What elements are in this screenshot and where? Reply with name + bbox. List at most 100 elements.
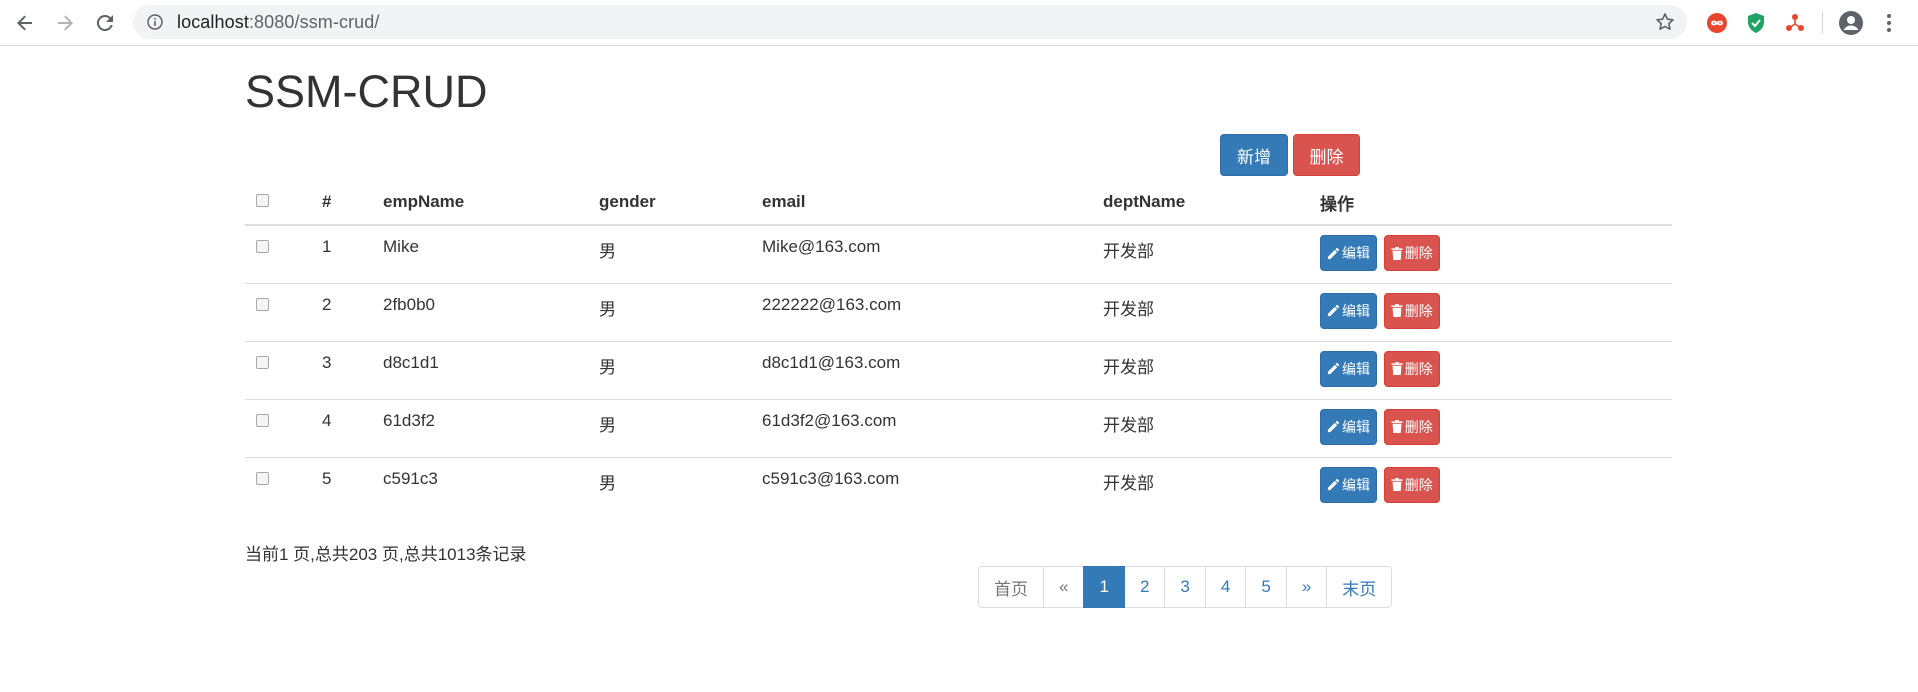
trash-icon — [1391, 420, 1403, 433]
cell-id: 1 — [322, 237, 332, 256]
edit-button[interactable]: 编辑 — [1320, 408, 1377, 445]
row-checkbox[interactable] — [256, 471, 269, 485]
trash-icon — [1391, 304, 1403, 317]
delete-button[interactable]: 删除 — [1383, 292, 1440, 329]
delete-selected-button[interactable]: 删除 — [1293, 134, 1360, 176]
pencil-icon — [1327, 304, 1340, 317]
row-checkbox[interactable] — [256, 413, 269, 427]
delete-label: 删除 — [1404, 360, 1433, 377]
delete-button[interactable]: 删除 — [1383, 466, 1440, 503]
url-text: localhost:8080/ssm-crud/ — [177, 12, 380, 33]
cell-deptname: 开发部 — [1103, 282, 1320, 341]
cell-email: 222222@163.com — [762, 282, 1103, 341]
cell-actions: 编辑 删除 — [1320, 398, 1672, 457]
extension-shield-icon[interactable] — [1743, 10, 1769, 36]
cell-email: 61d3f2@163.com — [762, 398, 1103, 457]
delete-button[interactable]: 删除 — [1383, 408, 1440, 445]
edit-label: 编辑 — [1342, 302, 1370, 319]
cell-actions: 编辑 删除 — [1320, 340, 1672, 399]
cell-id: 4 — [322, 398, 383, 457]
cell-id: 5 — [322, 456, 383, 515]
edit-button[interactable]: 编辑 — [1320, 350, 1377, 387]
reload-icon[interactable] — [92, 11, 118, 35]
url-host: localhost — [177, 11, 249, 32]
cell-empname: d8c1d1 — [383, 340, 599, 399]
delete-label: 删除 — [1404, 476, 1433, 493]
cell-deptname: 开发部 — [1103, 242, 1154, 261]
page-title: SSM-CRUD — [245, 66, 488, 117]
pencil-icon — [1327, 478, 1340, 491]
table-row: 3 d8c1d1 男 d8c1d1@163.com 开发部 编辑 删除 — [245, 340, 1672, 399]
browser-toolbar: localhost:8080/ssm-crud/ — [0, 0, 1918, 46]
cell-email: Mike@163.com — [762, 237, 881, 256]
delete-label: 删除 — [1404, 245, 1433, 261]
menu-kebab-icon[interactable] — [1876, 10, 1902, 36]
pagination-page-3[interactable]: 3 — [1164, 566, 1206, 608]
add-employee-button[interactable]: 新增 — [1220, 134, 1288, 176]
pagination-page-5[interactable]: 5 — [1245, 566, 1287, 608]
extension-infinity-icon[interactable] — [1704, 10, 1730, 36]
url-port: :8080 — [248, 11, 295, 32]
edit-label: 编辑 — [1342, 245, 1370, 261]
row-checkbox[interactable] — [256, 297, 269, 311]
pagination-page-4[interactable]: 4 — [1204, 566, 1247, 608]
cell-deptname: 开发部 — [1103, 340, 1320, 399]
back-icon[interactable] — [12, 11, 38, 35]
cell-email: c591c3@163.com — [762, 456, 1103, 515]
edit-label: 编辑 — [1342, 476, 1370, 493]
edit-button[interactable]: 编辑 — [1320, 235, 1377, 271]
cell-gender: 男 — [599, 242, 616, 261]
column-header-deptname: deptName — [1103, 180, 1320, 226]
delete-label: 删除 — [1404, 418, 1433, 435]
forward-icon[interactable] — [52, 11, 78, 35]
pencil-icon — [1327, 420, 1340, 433]
extension-network-icon[interactable] — [1782, 10, 1808, 36]
row-checkbox[interactable] — [256, 355, 269, 369]
employee-table: # empName gender email deptName 操作 1 Mik… — [245, 180, 1672, 515]
cell-empname: 61d3f2 — [383, 398, 599, 457]
cell-deptname: 开发部 — [1103, 398, 1320, 457]
cell-deptname: 开发部 — [1103, 456, 1320, 515]
cell-gender: 男 — [599, 282, 762, 341]
bookmark-star-icon[interactable] — [1655, 12, 1675, 37]
table-row: 5 c591c3 男 c591c3@163.com 开发部 编辑 删除 — [245, 456, 1672, 515]
trash-icon — [1391, 478, 1403, 491]
pagination-page-2[interactable]: 2 — [1123, 566, 1166, 608]
edit-button[interactable]: 编辑 — [1320, 292, 1377, 329]
url-path: /ssm-crud/ — [294, 11, 380, 32]
cell-empname: c591c3 — [383, 456, 599, 515]
pagination-next[interactable]: » — [1285, 566, 1328, 608]
pagination-first[interactable]: 首页 — [978, 566, 1044, 608]
table-header-row: # empName gender email deptName 操作 — [245, 180, 1672, 226]
column-header-email: email — [762, 180, 1103, 226]
select-all-cell — [245, 180, 322, 226]
trash-icon — [1391, 246, 1403, 260]
table-row: 2 2fb0b0 男 222222@163.com 开发部 编辑 删除 — [245, 282, 1672, 341]
cell-id: 2 — [322, 282, 383, 341]
row-checkbox[interactable] — [256, 240, 269, 253]
trash-icon — [1391, 362, 1403, 375]
address-bar[interactable]: localhost:8080/ssm-crud/ — [133, 5, 1687, 39]
table-row: 4 61d3f2 男 61d3f2@163.com 开发部 编辑 删除 — [245, 398, 1672, 457]
profile-avatar-icon[interactable] — [1838, 10, 1864, 36]
column-header-empname: empName — [383, 180, 599, 226]
column-header-actions: 操作 — [1320, 180, 1672, 226]
edit-button[interactable]: 编辑 — [1320, 466, 1377, 503]
pagination: 首页 « 1 2 3 4 5 » 末页 — [978, 566, 1393, 608]
column-header-gender: gender — [599, 180, 762, 226]
cell-email: d8c1d1@163.com — [762, 340, 1103, 399]
pagination-page-1[interactable]: 1 — [1083, 566, 1125, 608]
cell-gender: 男 — [599, 398, 762, 457]
info-icon[interactable] — [147, 14, 163, 30]
toolbar-divider — [1822, 12, 1823, 34]
delete-button[interactable]: 删除 — [1383, 235, 1440, 271]
select-all-checkbox[interactable] — [256, 194, 269, 207]
delete-label: 删除 — [1404, 302, 1433, 319]
pagination-last[interactable]: 末页 — [1326, 566, 1393, 608]
cell-gender: 男 — [599, 340, 762, 399]
pagination-prev[interactable]: « — [1043, 566, 1085, 608]
cell-actions: 编辑 删除 — [1320, 225, 1672, 283]
edit-label: 编辑 — [1342, 418, 1370, 435]
delete-button[interactable]: 删除 — [1383, 350, 1440, 387]
cell-id: 3 — [322, 340, 383, 399]
